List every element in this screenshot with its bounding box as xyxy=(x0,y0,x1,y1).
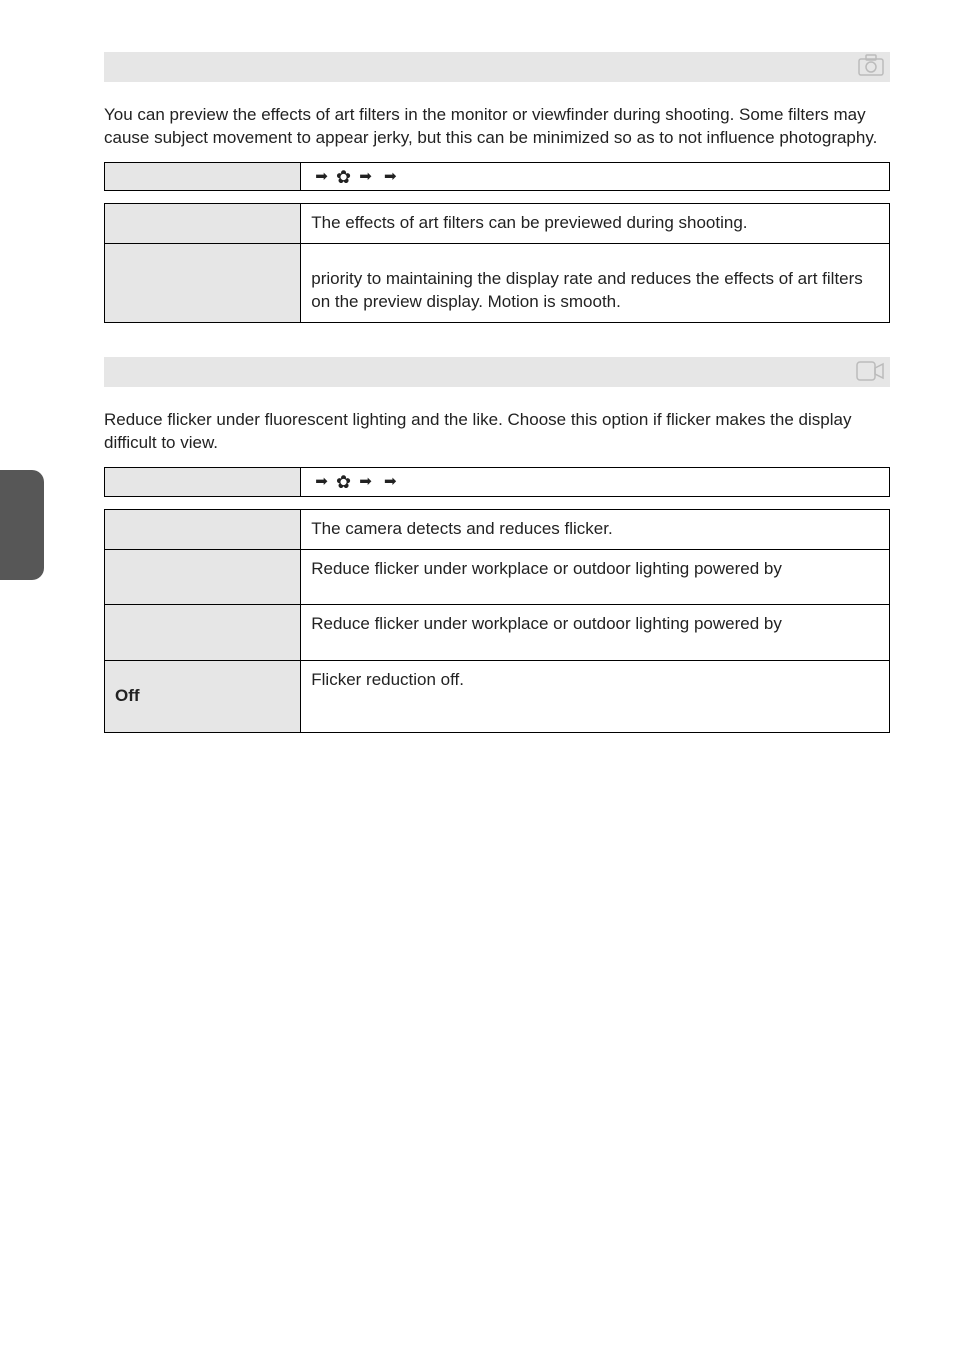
option-desc: priority to maintaining the display rate… xyxy=(301,244,890,323)
section1-intro: You can preview the effects of art filte… xyxy=(104,104,890,150)
arrow-right-icon: ➡ xyxy=(355,473,376,490)
arrow-right-icon: ➡ xyxy=(380,168,401,185)
section-heading-1 xyxy=(104,52,890,82)
menu-path-label xyxy=(105,468,301,497)
table-row: The effects of art filters can be previe… xyxy=(105,204,890,244)
section1-options: The effects of art filters can be previe… xyxy=(104,203,890,323)
menu-path-value: ➡ ✿ ➡ ➡ xyxy=(301,162,890,191)
video-mode-icon xyxy=(856,360,884,387)
photo-mode-icon xyxy=(858,54,884,82)
arrow-right-icon: ➡ xyxy=(311,473,332,490)
table-row: Reduce flicker under workplace or outdoo… xyxy=(105,605,890,661)
option-key xyxy=(105,244,301,323)
arrow-right-icon: ➡ xyxy=(311,168,332,185)
side-tab xyxy=(0,470,44,580)
section1-menu-path: ➡ ✿ ➡ ➡ xyxy=(104,162,890,192)
option-desc: The effects of art filters can be previe… xyxy=(301,204,890,244)
option-desc: Reduce flicker under workplace or outdoo… xyxy=(301,605,890,661)
arrow-right-icon: ➡ xyxy=(355,168,376,185)
table-row: priority to maintaining the display rate… xyxy=(105,244,890,323)
option-desc: The camera detects and reduces flicker. xyxy=(301,509,890,549)
option-key xyxy=(105,549,301,605)
table-row: Reduce flicker under workplace or outdoo… xyxy=(105,549,890,605)
gear-icon: ✿ xyxy=(336,473,351,491)
table-row: The camera detects and reduces flicker. xyxy=(105,509,890,549)
arrow-right-icon: ➡ xyxy=(380,473,401,490)
option-key xyxy=(105,509,301,549)
option-key: Off xyxy=(105,661,301,733)
section2-intro: Reduce flicker under fluorescent lightin… xyxy=(104,409,890,455)
section-heading-2 xyxy=(104,357,890,387)
section2-options: The camera detects and reduces flicker. … xyxy=(104,509,890,734)
option-key xyxy=(105,605,301,661)
menu-path-value: ➡ ✿ ➡ ➡ xyxy=(301,468,890,497)
option-key xyxy=(105,204,301,244)
section2-menu-path: ➡ ✿ ➡ ➡ xyxy=(104,467,890,497)
option-desc: Flicker reduction off. xyxy=(301,661,890,733)
menu-path-label xyxy=(105,162,301,191)
option-desc: Reduce flicker under workplace or outdoo… xyxy=(301,549,890,605)
table-row: Off Flicker reduction off. xyxy=(105,661,890,733)
gear-icon: ✿ xyxy=(336,168,351,186)
